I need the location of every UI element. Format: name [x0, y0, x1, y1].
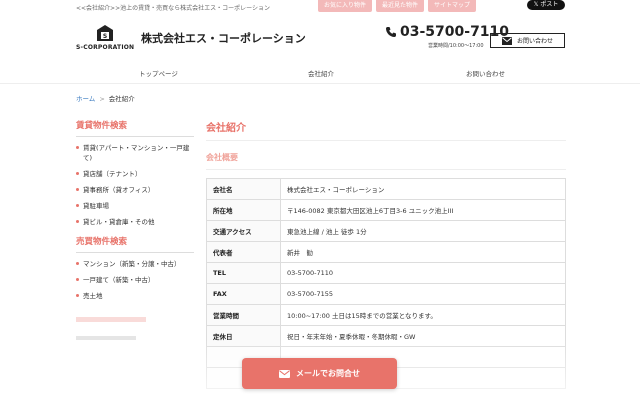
sidebar-item-rental-other[interactable]: 貸ビル・貸倉庫・その他: [76, 217, 194, 227]
company-name: 株式会社エス・コーポレーション: [141, 32, 306, 45]
sidebar-faded-section: [76, 317, 194, 340]
row-value: 03-5700-7155: [280, 283, 566, 305]
rental-search-title: 賃貸物件検索: [76, 119, 194, 137]
sale-search-title: 売買物件検索: [76, 235, 194, 253]
svg-text:S: S: [103, 33, 107, 40]
page-title: 会社紹介: [206, 119, 566, 141]
nav-company[interactable]: 会社紹介: [308, 68, 334, 78]
mail-icon: [501, 36, 512, 45]
sidebar-item-sale-house[interactable]: 一戸建て（新築・中古）: [76, 275, 194, 285]
row-key: 代表者: [206, 241, 281, 263]
favorites-button[interactable]: お気に入り物件: [318, 0, 373, 12]
recently-viewed-button[interactable]: 最近見た物件: [376, 0, 425, 12]
row-value: 03-5700-7110: [280, 262, 566, 284]
site-tagline: <<会社紹介>>池上の賃貸・売買なら株式会社エス・コーポレーション: [76, 5, 270, 12]
row-value: 10:00~17:00 土日は15時までの営業となります。: [280, 304, 566, 326]
table-row: 所在地 〒146-0082 東京都大田区池上6丁目3-6 ユニック池上III: [206, 199, 566, 221]
row-key: 定休日: [206, 325, 281, 347]
sidebar-item-rental-residential[interactable]: 賃貸(アパート・マンション・一戸建て): [76, 143, 194, 163]
main-content: 会社紹介 会社概要 会社名 株式会社エス・コーポレーション 所在地 〒146-008…: [206, 119, 566, 389]
faded-item-bar: [76, 336, 136, 340]
mail-icon: [279, 369, 290, 378]
sidebar-item-sale-land[interactable]: 売土地: [76, 291, 194, 301]
row-key: 所在地: [206, 199, 281, 221]
row-value: 祝日・年末年始・夏季休暇・冬期休暇・GW: [280, 325, 566, 347]
breadcrumb-current: 会社紹介: [108, 95, 135, 103]
top-strip: <<会社紹介>>池上の賃貸・売買なら株式会社エス・コーポレーション お気に入り物…: [0, 0, 640, 14]
sidebar-item-rental-store[interactable]: 貸店舗（テナント）: [76, 169, 194, 179]
table-row: TEL 03-5700-7110: [206, 262, 566, 284]
row-key: 営業時間: [206, 304, 281, 326]
row-key: 会社名: [206, 178, 281, 200]
header-inquiry-button[interactable]: お問い合わせ: [490, 33, 565, 48]
row-key: TEL: [206, 262, 281, 284]
table-row: 定休日 祝日・年末年始・夏季休暇・冬期休暇・GW: [206, 325, 566, 347]
sitemap-button[interactable]: サイトマップ: [428, 0, 477, 12]
row-value: 〒146-0082 東京都大田区池上6丁目3-6 ユニック池上III: [280, 199, 566, 221]
breadcrumb: ホーム > 会社紹介: [76, 93, 135, 103]
top-buttons: お気に入り物件 最近見た物件 サイトマップ: [318, 0, 477, 12]
sidebar: 賃貸物件検索 賃貸(アパート・マンション・一戸建て) 貸店舗（テナント） 貸事務…: [76, 119, 194, 340]
sidebar-item-rental-office[interactable]: 貸事務所（貸オフィス）: [76, 185, 194, 195]
phone-icon: [386, 27, 396, 37]
table-row: 会社名 株式会社エス・コーポレーション: [206, 178, 566, 200]
row-value: 新井 勧: [280, 241, 566, 263]
section-title: 会社概要: [206, 152, 566, 170]
table-row: 営業時間 10:00~17:00 土日は15時までの営業となります。: [206, 304, 566, 326]
company-logo[interactable]: S S-CORPORATION: [76, 24, 136, 54]
sale-search-list: マンション（新築・分譲・中古） 一戸建て（新築・中古） 売土地: [76, 259, 194, 301]
table-row: 交通アクセス 東急池上線 / 池上 徒歩 1分: [206, 220, 566, 242]
faded-title-bar: [76, 317, 146, 322]
sidebar-item-rental-parking[interactable]: 貸駐車場: [76, 201, 194, 211]
global-nav: トップページ 会社紹介 お問い合わせ: [0, 60, 640, 84]
rental-search-list: 賃貸(アパート・マンション・一戸建て) 貸店舗（テナント） 貸事務所（貸オフィス…: [76, 143, 194, 227]
mail-inquiry-button[interactable]: メールでお問合せ: [242, 358, 397, 389]
row-key: 交通アクセス: [206, 220, 281, 242]
table-row: FAX 03-5700-7155: [206, 283, 566, 305]
row-value: 株式会社エス・コーポレーション: [280, 178, 566, 200]
nav-inquiry[interactable]: お問い合わせ: [466, 68, 505, 78]
nav-top-page[interactable]: トップページ: [139, 68, 178, 78]
inquiry-label: お問い合わせ: [516, 38, 553, 45]
breadcrumb-home[interactable]: ホーム: [76, 95, 95, 103]
x-post-button[interactable]: 𝕏 ポスト: [527, 0, 565, 10]
sidebar-item-sale-mansion[interactable]: マンション（新築・分譲・中古）: [76, 259, 194, 269]
row-value: 東急池上線 / 池上 徒歩 1分: [280, 220, 566, 242]
breadcrumb-separator: >: [99, 95, 105, 103]
row-key: FAX: [206, 283, 281, 305]
mail-inquiry-label: メールでお問合せ: [296, 369, 360, 378]
table-row: 代表者 新井 勧: [206, 241, 566, 263]
logo-text: S-CORPORATION: [76, 44, 135, 51]
business-hours: 営業時間/10:00～17:00: [428, 43, 484, 49]
house-logo-icon: S: [97, 25, 113, 41]
